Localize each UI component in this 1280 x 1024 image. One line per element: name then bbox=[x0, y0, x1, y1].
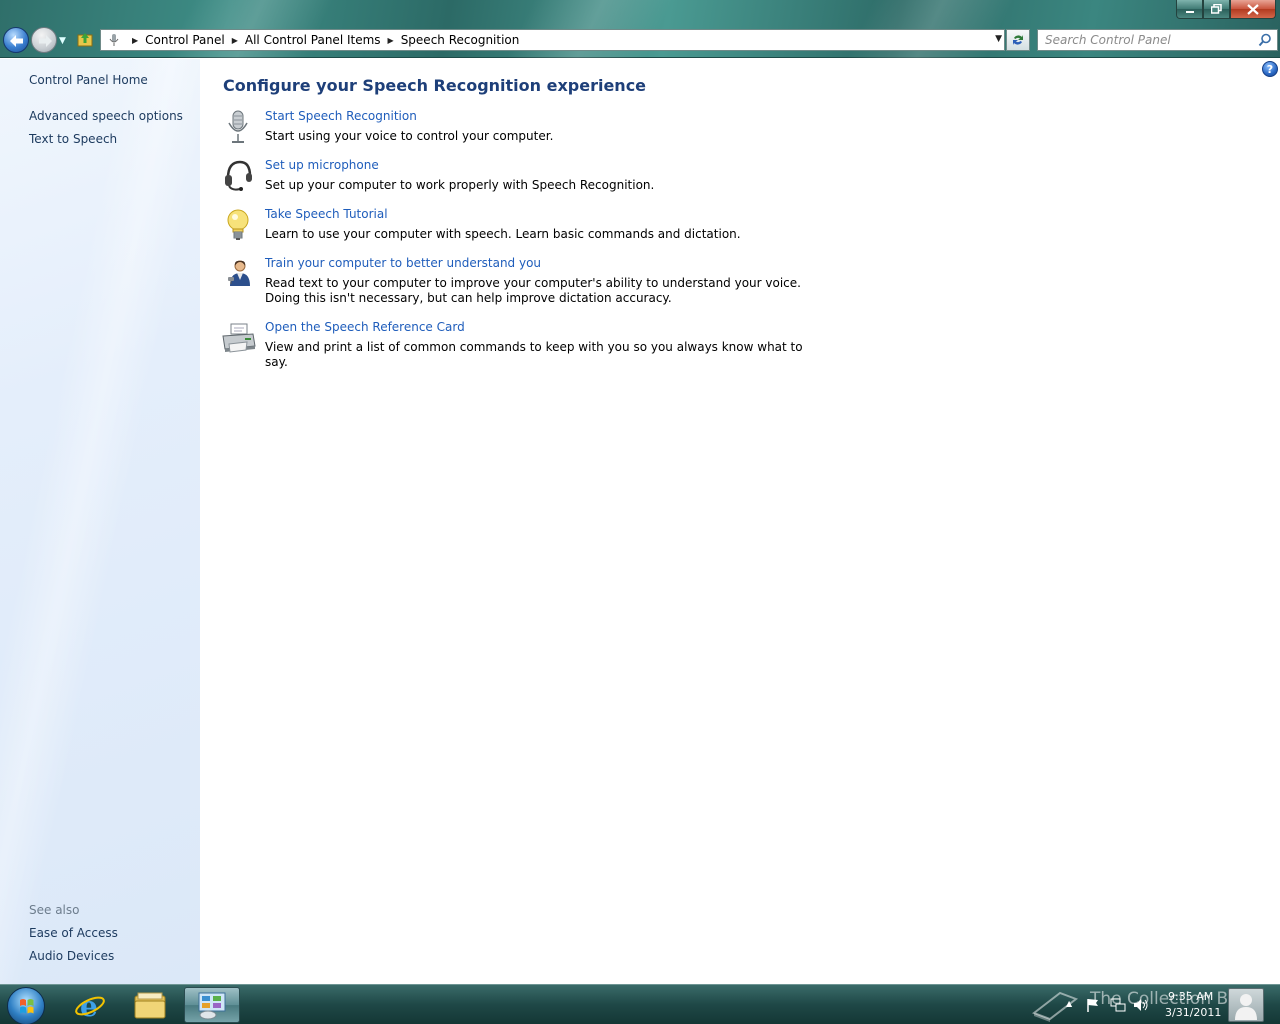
forward-button[interactable] bbox=[31, 27, 57, 53]
internet-explorer-icon: e bbox=[75, 990, 105, 1021]
up-folder-icon bbox=[77, 33, 93, 47]
train-computer-link[interactable]: Train your computer to better understand… bbox=[265, 256, 541, 270]
task-pane: Control Panel Home Advanced speech optio… bbox=[0, 59, 219, 984]
minimize-icon bbox=[1185, 11, 1194, 13]
search-input[interactable] bbox=[1045, 33, 1255, 47]
printer-icon bbox=[222, 323, 256, 353]
search-icon[interactable] bbox=[1258, 33, 1272, 47]
refresh-icon bbox=[1013, 35, 1023, 45]
start-speech-recognition-link[interactable]: Start Speech Recognition bbox=[265, 109, 417, 123]
breadcrumb-speech-recognition[interactable]: Speech Recognition bbox=[401, 33, 520, 47]
recent-pages-dropdown[interactable]: ▼ bbox=[59, 36, 66, 46]
task-description: View and print a list of common commands… bbox=[265, 340, 803, 369]
window-controls bbox=[1176, 0, 1276, 20]
action-center-flag-icon[interactable] bbox=[1086, 998, 1100, 1012]
advanced-speech-options-link[interactable]: Advanced speech options bbox=[29, 109, 183, 123]
show-hidden-icons-button[interactable]: ▲ bbox=[1066, 999, 1072, 1008]
taskbar-internet-explorer[interactable]: e bbox=[62, 987, 118, 1023]
microphone-icon bbox=[109, 34, 119, 46]
control-panel-home-link[interactable]: Control Panel Home bbox=[29, 73, 148, 87]
see-also-heading: See also bbox=[29, 903, 80, 917]
chevron-right-icon[interactable]: ▶ bbox=[132, 36, 138, 45]
windows-logo-icon bbox=[20, 999, 34, 1014]
network-icon[interactable] bbox=[1110, 998, 1126, 1012]
close-icon bbox=[1247, 3, 1259, 15]
taskbar-control-panel[interactable] bbox=[184, 987, 240, 1023]
content-pane: ? Configure your Speech Recognition expe… bbox=[200, 59, 1280, 984]
address-bar[interactable]: ▶ Control Panel ▶ All Control Panel Item… bbox=[100, 29, 1005, 51]
task-description: Learn to use your computer with speech. … bbox=[265, 227, 741, 241]
refresh-button[interactable] bbox=[1006, 29, 1030, 51]
minimize-button[interactable] bbox=[1176, 0, 1203, 19]
search-box[interactable] bbox=[1037, 29, 1278, 51]
microphone-icon bbox=[228, 110, 248, 143]
back-arrow-icon bbox=[10, 35, 23, 47]
task-description: Read text to your computer to improve yo… bbox=[265, 276, 801, 305]
start-button[interactable] bbox=[7, 987, 45, 1024]
address-dropdown-icon[interactable]: ▼ bbox=[995, 34, 1002, 44]
page-title: Configure your Speech Recognition experi… bbox=[223, 76, 647, 95]
take-speech-tutorial-link[interactable]: Take Speech Tutorial bbox=[265, 207, 388, 221]
sidebar-decoration bbox=[0, 59, 219, 984]
clock-date[interactable]: 3/31/2011 bbox=[1165, 1006, 1221, 1019]
user-avatar-icon bbox=[1235, 994, 1257, 1020]
breadcrumb-control-panel[interactable]: Control Panel bbox=[145, 33, 225, 47]
audio-devices-link[interactable]: Audio Devices bbox=[29, 949, 114, 963]
ease-of-access-link[interactable]: Ease of Access bbox=[29, 926, 118, 940]
open-speech-reference-card-link[interactable]: Open the Speech Reference Card bbox=[265, 320, 465, 334]
volume-icon[interactable] bbox=[1133, 998, 1149, 1012]
taskbar-windows-explorer[interactable] bbox=[122, 987, 178, 1023]
user-training-icon bbox=[228, 260, 250, 286]
headset-icon bbox=[225, 160, 252, 191]
window-chrome: ▼ ▶ Control Panel ▶ All Control Panel It… bbox=[0, 0, 1280, 58]
up-folder-button[interactable] bbox=[77, 31, 93, 47]
restore-button[interactable] bbox=[1203, 0, 1230, 19]
task-description: Set up your computer to work properly wi… bbox=[265, 178, 655, 192]
chevron-right-icon[interactable]: ▶ bbox=[388, 36, 394, 45]
breadcrumb-all-items[interactable]: All Control Panel Items bbox=[245, 33, 381, 47]
text-to-speech-link[interactable]: Text to Speech bbox=[29, 132, 117, 146]
chevron-right-icon[interactable]: ▶ bbox=[232, 36, 238, 45]
watermark-book-icon bbox=[1031, 991, 1079, 1022]
windows-explorer-icon bbox=[134, 992, 166, 1019]
control-panel-icon bbox=[198, 992, 226, 1020]
forward-arrow-icon bbox=[39, 35, 52, 47]
back-button[interactable] bbox=[3, 27, 29, 53]
close-button[interactable] bbox=[1230, 0, 1276, 19]
set-up-microphone-link[interactable]: Set up microphone bbox=[265, 158, 379, 172]
restore-icon bbox=[1211, 4, 1222, 14]
lightbulb-icon bbox=[227, 209, 249, 240]
help-icon[interactable]: ? bbox=[1262, 61, 1278, 77]
svg-text:e: e bbox=[80, 990, 98, 1021]
taskbar: e The Collection Book ▲ 9:35 AM 3/31/201… bbox=[0, 984, 1280, 1024]
clock-time[interactable]: 9:35 AM bbox=[1168, 990, 1213, 1003]
task-description: Start using your voice to control your c… bbox=[265, 129, 554, 143]
user-avatar-tile[interactable] bbox=[1228, 988, 1264, 1022]
